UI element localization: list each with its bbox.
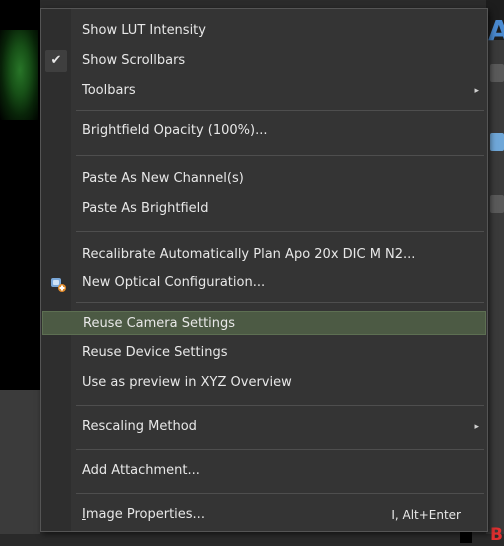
toolbar-button-icon[interactable] bbox=[490, 195, 504, 213]
menu-item-label: Reuse Device Settings bbox=[82, 345, 228, 360]
menu-item-show-scrollbars[interactable]: Show Scrollbars bbox=[71, 49, 485, 73]
context-menu: Show LUT Intensity ✔ Show Scrollbars Too… bbox=[40, 8, 488, 532]
optical-configuration-icon bbox=[51, 278, 66, 292]
menu-separator bbox=[76, 493, 484, 494]
menu-item-label: Use as preview in XYZ Overview bbox=[82, 375, 292, 390]
menu-item-label: Rescaling Method bbox=[82, 419, 197, 434]
menu-item-brightfield-opacity[interactable]: Brightfield Opacity (100%)... bbox=[71, 119, 485, 143]
submenu-arrow-icon: ▸ bbox=[474, 422, 479, 432]
image-canvas-lower bbox=[0, 390, 40, 546]
fluorescence-image-region bbox=[0, 30, 38, 120]
menu-item-add-attachment[interactable]: Add Attachment... bbox=[71, 459, 485, 483]
menu-separator bbox=[76, 449, 484, 450]
menu-item-reuse-camera-settings[interactable]: Reuse Camera Settings bbox=[42, 311, 486, 335]
menu-icon-gutter bbox=[41, 9, 71, 531]
status-indicator bbox=[460, 531, 472, 543]
menu-item-label: Paste As Brightfield bbox=[82, 201, 209, 216]
menu-item-label: New Optical Configuration... bbox=[82, 275, 266, 290]
toolbar-button-icon[interactable] bbox=[490, 133, 504, 151]
menu-item-label: Show Scrollbars bbox=[82, 53, 186, 68]
menu-item-label: Toolbars bbox=[82, 83, 136, 98]
menu-item-show-lut-intensity[interactable]: Show LUT Intensity bbox=[71, 19, 485, 43]
menu-separator bbox=[76, 405, 484, 406]
menu-item-label: Recalibrate Automatically Plan Apo 20x D… bbox=[82, 247, 416, 262]
menu-item-label-rest: mage Properties... bbox=[85, 507, 205, 522]
menu-item-label: Reuse Camera Settings bbox=[83, 316, 236, 331]
menu-item-reuse-device-settings[interactable]: Reuse Device Settings bbox=[71, 341, 485, 365]
top-right-letter: A bbox=[488, 14, 504, 47]
menu-item-label: Paste As New Channel(s) bbox=[82, 171, 244, 186]
menu-separator bbox=[76, 110, 484, 111]
menu-item-use-preview-xyz[interactable]: Use as preview in XYZ Overview bbox=[71, 371, 485, 395]
menu-item-label: Image Properties... bbox=[82, 507, 205, 522]
menu-separator bbox=[76, 231, 484, 232]
menu-separator bbox=[76, 302, 484, 303]
menu-item-recalibrate[interactable]: Recalibrate Automatically Plan Apo 20x D… bbox=[71, 243, 485, 267]
menu-separator bbox=[76, 155, 484, 156]
menu-item-image-properties[interactable]: Image Properties... I, Alt+Enter bbox=[71, 503, 485, 527]
submenu-arrow-icon: ▸ bbox=[474, 86, 479, 96]
status-bar bbox=[0, 534, 504, 546]
menu-item-new-optical-configuration[interactable]: New Optical Configuration... bbox=[71, 271, 485, 295]
menu-item-paste-brightfield[interactable]: Paste As Brightfield bbox=[71, 197, 485, 221]
menu-item-label: Show LUT Intensity bbox=[82, 23, 206, 38]
menu-item-label: Add Attachment... bbox=[82, 463, 200, 478]
menu-item-toolbars[interactable]: Toolbars ▸ bbox=[71, 79, 485, 103]
menu-item-paste-new-channel[interactable]: Paste As New Channel(s) bbox=[71, 167, 485, 191]
menu-item-label: Brightfield Opacity (100%)... bbox=[82, 123, 268, 138]
keyboard-shortcut: I, Alt+Enter bbox=[391, 508, 461, 522]
menu-item-rescaling-method[interactable]: Rescaling Method ▸ bbox=[71, 415, 485, 439]
corner-label: B bbox=[490, 525, 503, 545]
toolbar-button-icon[interactable] bbox=[490, 64, 504, 82]
checkmark-icon: ✔ bbox=[45, 50, 67, 72]
